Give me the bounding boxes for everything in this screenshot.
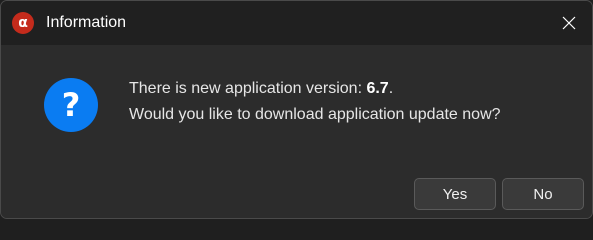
message-suffix: . (388, 80, 394, 97)
information-dialog: α Information ? There is new application… (0, 0, 593, 219)
yes-button[interactable]: Yes (414, 178, 496, 210)
message-line-version: There is new application version: 6.7. (129, 76, 501, 102)
no-button[interactable]: No (502, 178, 584, 210)
question-icon: ? (44, 78, 98, 132)
message-prefix: There is new application version: (129, 80, 367, 97)
button-bar: Yes No (1, 161, 592, 218)
app-icon: α (12, 12, 34, 34)
title-bar[interactable]: α Information (1, 1, 592, 45)
message-text: There is new application version: 6.7. W… (129, 76, 501, 128)
message-line-question: Would you like to download application u… (129, 106, 501, 123)
close-button[interactable] (546, 1, 592, 45)
window-title: Information (46, 14, 127, 31)
version-number: 6.7 (366, 80, 389, 97)
close-icon (562, 16, 576, 30)
